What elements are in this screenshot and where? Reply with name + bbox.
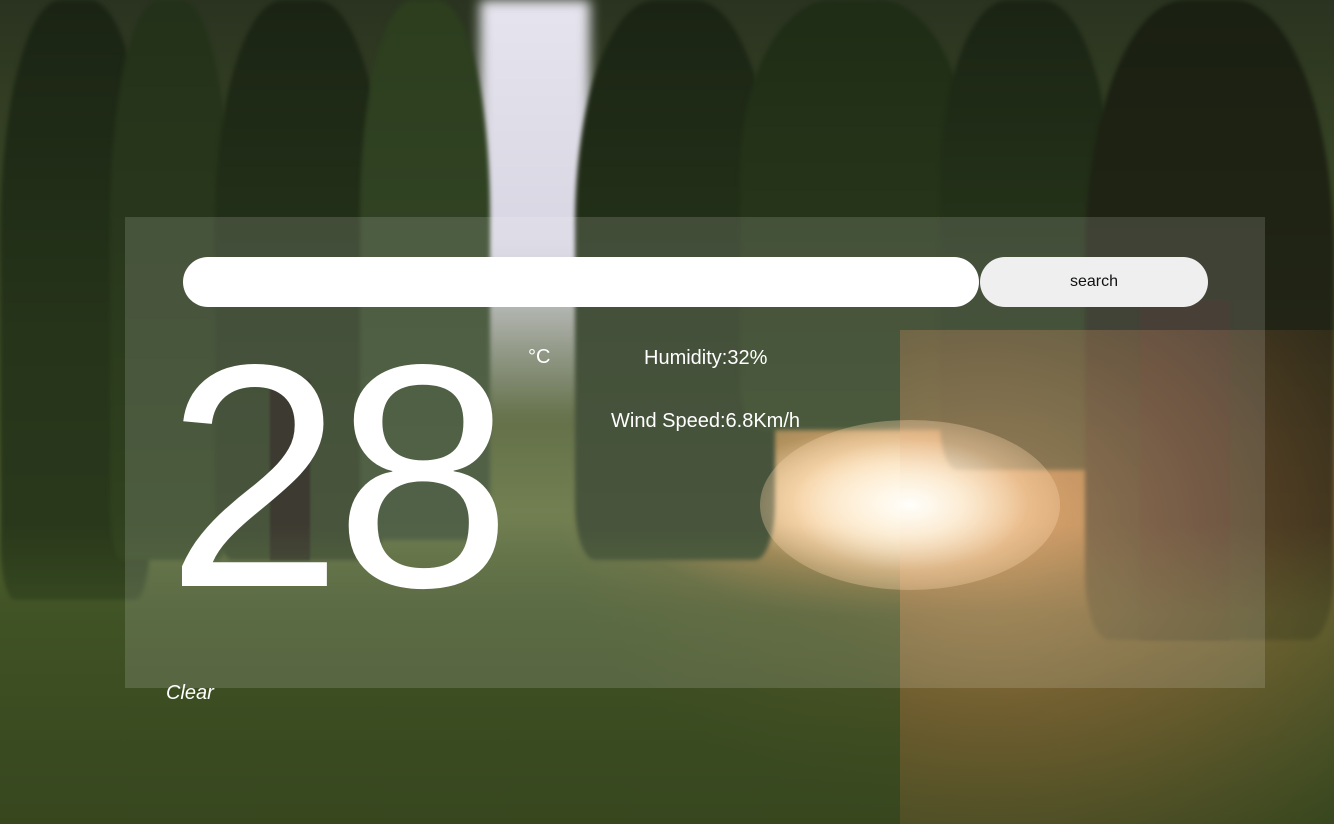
weather-condition: Clear [166, 682, 214, 704]
temperature-value: 28 [166, 299, 512, 654]
weather-app: search 28 °C Humidity:32% Wind Speed:6.8… [0, 0, 1334, 824]
temperature-unit: °C [528, 346, 551, 368]
humidity-text: Humidity:32% [644, 347, 768, 369]
wind-speed-text: Wind Speed:6.8Km/h [611, 410, 800, 432]
search-button[interactable]: search [980, 257, 1208, 307]
